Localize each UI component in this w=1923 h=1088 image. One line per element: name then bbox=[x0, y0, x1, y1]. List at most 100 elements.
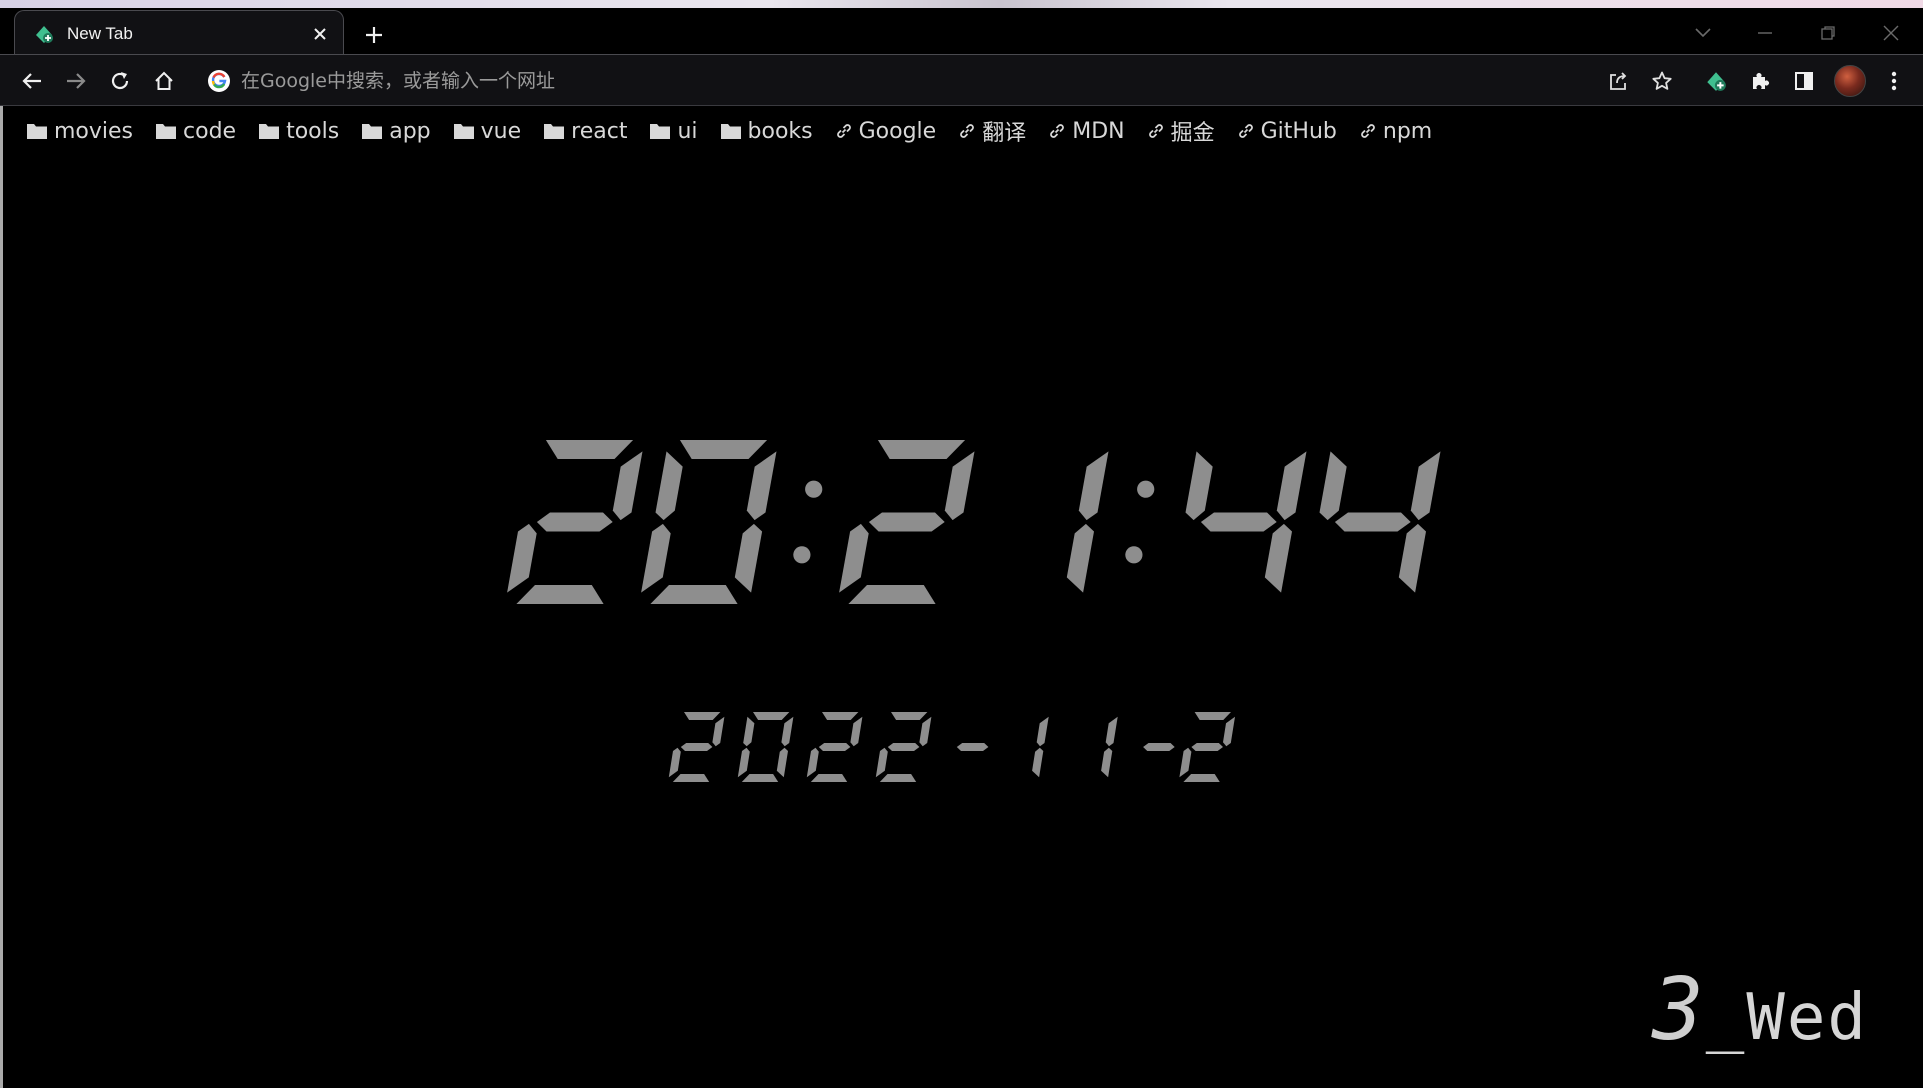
segment-g bbox=[536, 512, 613, 532]
segment-b bbox=[746, 451, 777, 521]
restore-icon[interactable] bbox=[1813, 18, 1843, 48]
segment-a bbox=[684, 712, 721, 720]
segment-a bbox=[891, 712, 928, 720]
bookmark-label: tools bbox=[286, 118, 340, 144]
folder-icon bbox=[258, 122, 280, 140]
bookmark-vue[interactable]: vue bbox=[453, 119, 521, 144]
tab-new-tab[interactable]: New Tab bbox=[14, 10, 344, 56]
extensions-puzzle-icon[interactable] bbox=[1746, 67, 1774, 95]
segment-a bbox=[753, 712, 790, 720]
clock-digit-2 bbox=[839, 440, 975, 604]
folder-icon bbox=[720, 122, 742, 140]
bookmarks-bar: movies code tools app vue react ui books Google 翻… bbox=[0, 106, 1923, 156]
segment-g bbox=[956, 743, 989, 751]
folder-icon bbox=[155, 122, 177, 140]
segment-a bbox=[679, 440, 768, 459]
close-window-icon[interactable] bbox=[1876, 18, 1906, 48]
segment-d bbox=[741, 774, 779, 782]
segment-c bbox=[776, 747, 788, 778]
segment-e bbox=[1179, 747, 1192, 778]
profile-avatar[interactable] bbox=[1834, 65, 1866, 97]
bookmark-app[interactable]: app bbox=[361, 119, 431, 144]
bookmark-label: GitHub bbox=[1260, 118, 1337, 144]
segment-c bbox=[1101, 747, 1113, 778]
clock-digit-1 bbox=[1101, 716, 1118, 778]
bookmark-mdn[interactable]: MDN bbox=[1048, 118, 1125, 144]
segment-d bbox=[650, 585, 738, 604]
bookmark-label: books bbox=[747, 118, 813, 144]
share-icon[interactable] bbox=[1604, 67, 1632, 95]
omnibox[interactable] bbox=[204, 63, 1584, 99]
segment-g bbox=[680, 743, 713, 751]
bookmark-google[interactable]: Google bbox=[835, 119, 936, 144]
omnibox-input[interactable] bbox=[241, 70, 941, 92]
segment-b bbox=[944, 451, 975, 521]
segment-g bbox=[1143, 743, 1175, 751]
reload-icon[interactable] bbox=[106, 67, 134, 95]
close-tab-icon[interactable] bbox=[309, 23, 331, 45]
segment-c bbox=[734, 523, 763, 593]
bookmark-code[interactable]: code bbox=[155, 119, 236, 144]
segment-b bbox=[712, 716, 725, 747]
bookmark-books[interactable]: books bbox=[720, 119, 813, 144]
clock-separator bbox=[956, 743, 989, 751]
segment-d bbox=[810, 774, 848, 782]
tab-strip: New Tab bbox=[0, 8, 1923, 56]
segment-e bbox=[641, 523, 671, 593]
folder-icon bbox=[26, 122, 48, 140]
link-icon bbox=[1359, 122, 1377, 140]
link-icon bbox=[1237, 122, 1255, 140]
segment-b bbox=[1078, 451, 1109, 521]
segment-e bbox=[737, 747, 750, 778]
back-icon[interactable] bbox=[18, 67, 46, 95]
segment-b bbox=[1105, 716, 1118, 747]
forward-icon[interactable] bbox=[62, 67, 90, 95]
segment-g bbox=[1191, 743, 1223, 751]
minimize-icon[interactable] bbox=[1750, 18, 1780, 48]
segment-e bbox=[507, 523, 537, 593]
bookmark-movies[interactable]: movies bbox=[26, 119, 133, 144]
bookmark-star-icon[interactable] bbox=[1648, 67, 1676, 95]
clock-colon bbox=[793, 480, 823, 564]
bookmark-ui[interactable]: ui bbox=[649, 118, 698, 144]
clock-digit-2 bbox=[668, 712, 725, 782]
extension-leaf-icon[interactable] bbox=[1702, 67, 1730, 95]
window-top-strip bbox=[0, 0, 1923, 8]
weekday-name: Wed bbox=[1746, 981, 1868, 1055]
colon-dot bbox=[1137, 480, 1155, 498]
segment-b bbox=[781, 716, 794, 747]
segment-e bbox=[875, 747, 888, 778]
bookmark-react[interactable]: react bbox=[543, 119, 627, 144]
new-tab-button[interactable] bbox=[360, 21, 388, 49]
bookmark-label: movies bbox=[54, 118, 134, 144]
bookmark-tools[interactable]: tools bbox=[258, 119, 339, 144]
link-icon bbox=[958, 122, 976, 140]
bookmark-github[interactable]: GitHub bbox=[1237, 119, 1337, 144]
segment-e bbox=[839, 523, 869, 593]
segment-d bbox=[1183, 774, 1220, 782]
segment-f bbox=[743, 716, 755, 747]
link-icon bbox=[835, 122, 853, 140]
clock-digit-4 bbox=[1185, 451, 1307, 593]
segment-c bbox=[1398, 523, 1426, 593]
bookmark-掘金[interactable]: 掘金 bbox=[1147, 115, 1215, 147]
bookmark-翻译[interactable]: 翻译 bbox=[958, 115, 1026, 147]
segment-g bbox=[868, 512, 945, 532]
more-menu-icon[interactable] bbox=[1880, 67, 1908, 95]
clock-digit-2 bbox=[806, 712, 863, 782]
segment-d bbox=[848, 585, 936, 604]
bookmark-label: react bbox=[571, 118, 628, 144]
bookmark-npm[interactable]: npm bbox=[1359, 119, 1432, 144]
clock-colon bbox=[1125, 480, 1155, 564]
segment-g bbox=[1334, 512, 1411, 532]
colon-dot bbox=[805, 480, 823, 498]
bookmark-label: ui bbox=[677, 118, 698, 144]
segment-b bbox=[919, 716, 932, 747]
bookmark-label: MDN bbox=[1072, 118, 1125, 144]
segment-b bbox=[1036, 716, 1049, 747]
link-icon bbox=[1048, 122, 1066, 140]
segment-f bbox=[1185, 451, 1213, 521]
side-panel-icon[interactable] bbox=[1790, 67, 1818, 95]
home-icon[interactable] bbox=[150, 67, 178, 95]
tab-search-icon[interactable] bbox=[1688, 18, 1718, 48]
